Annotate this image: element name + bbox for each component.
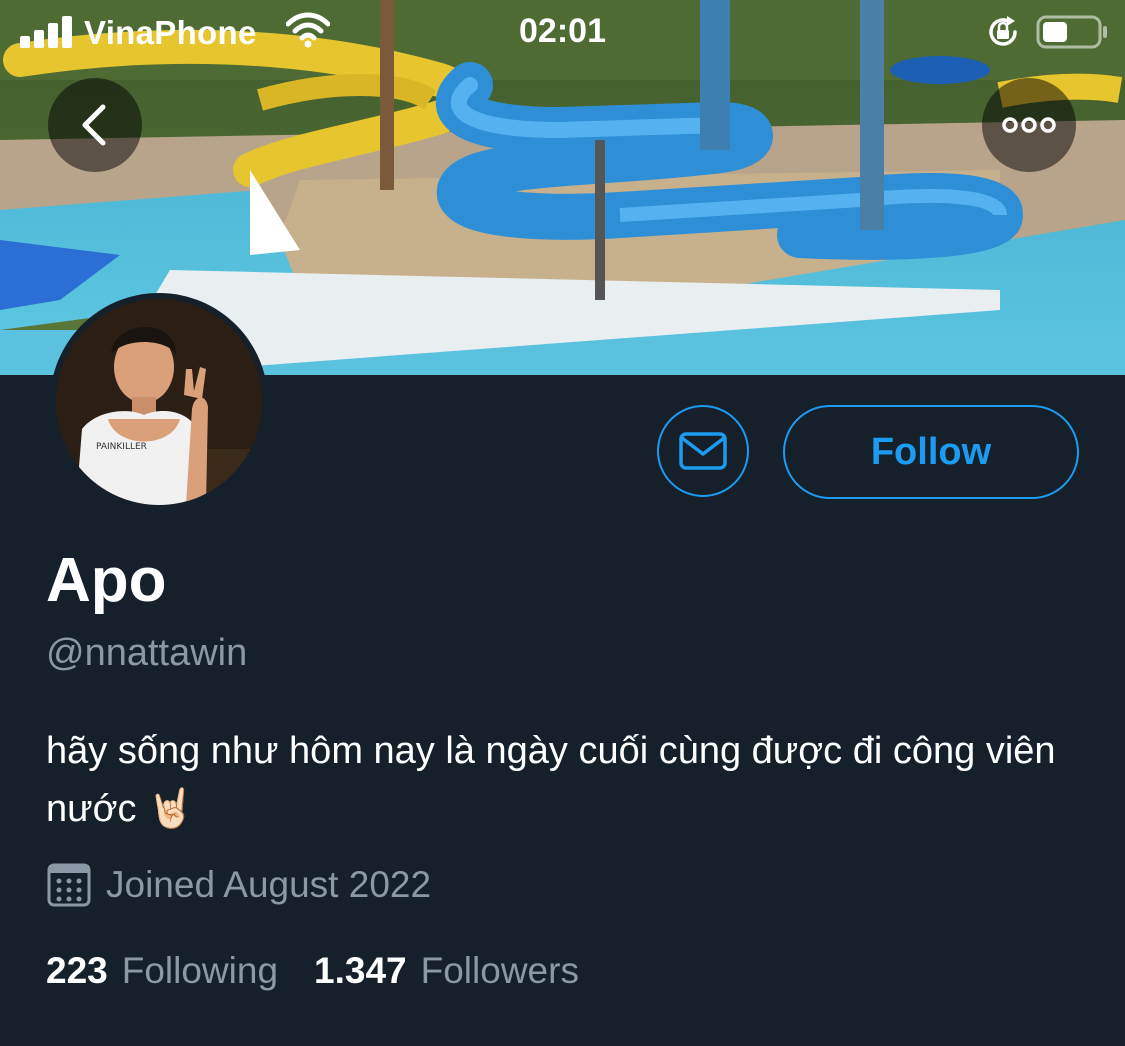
more-options-button[interactable]: [982, 78, 1076, 172]
avatar[interactable]: PAINKILLER: [50, 293, 268, 511]
followers-link[interactable]: 1.347 Followers: [314, 950, 579, 992]
message-button[interactable]: [657, 405, 749, 497]
calendar-icon: [47, 863, 91, 907]
followers-label: Followers: [420, 950, 579, 991]
following-link[interactable]: 223 Following: [46, 950, 278, 992]
status-clock: 02:01: [519, 12, 606, 50]
follow-button[interactable]: Follow: [783, 405, 1079, 499]
status-bar: VinaPhone 02:01: [0, 0, 1125, 66]
more-dots-icon: [1002, 117, 1056, 133]
followers-count: 1.347: [314, 950, 407, 991]
envelope-icon: [679, 432, 727, 470]
avatar-image: PAINKILLER: [56, 299, 262, 505]
joined-date: Joined August 2022: [46, 860, 431, 910]
following-label: Following: [121, 950, 279, 991]
rotation-lock-icon: [989, 16, 1017, 46]
svg-text:PAINKILLER: PAINKILLER: [96, 442, 147, 452]
battery-icon: [1036, 15, 1107, 49]
display-name: Apo: [46, 546, 167, 615]
chevron-left-icon: [82, 104, 106, 146]
follow-counts: 223 Following 1.347 Followers: [46, 950, 579, 992]
user-handle: @nnattawin: [46, 632, 248, 674]
following-count: 223: [46, 950, 108, 991]
joined-text: Joined August 2022: [106, 864, 432, 905]
back-button[interactable]: [48, 78, 142, 172]
profile-bio: hãy sống như hôm nay là ngày cuối cùng đ…: [46, 730, 1056, 830]
